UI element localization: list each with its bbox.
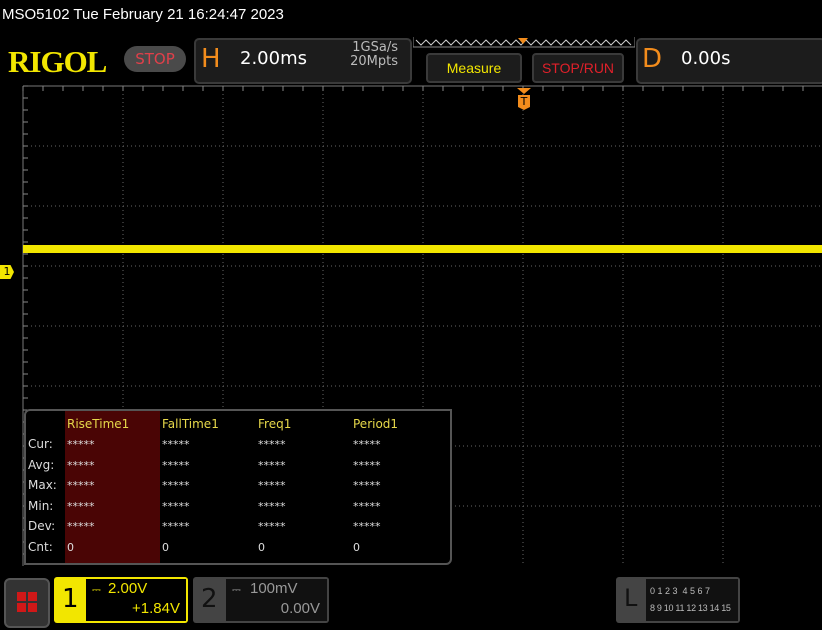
measurement-value: ***** (258, 499, 286, 513)
measurement-value: 0 (258, 540, 265, 554)
measurement-header[interactable]: Period1 (353, 417, 398, 431)
channel2-offset: 0.00V (280, 600, 320, 617)
channel1-number: 1 (62, 584, 79, 614)
measurement-value: ***** (67, 458, 95, 472)
dc-coupling-icon: ⎓ (92, 583, 101, 596)
channel2-scale: 100mV (250, 580, 298, 597)
row-label: Max: (28, 478, 57, 492)
menu-grid-icon (17, 592, 37, 612)
measurement-value: 0 (67, 540, 74, 554)
measurement-value: ***** (353, 458, 381, 472)
measurement-value: ***** (353, 479, 381, 492)
measurement-value: ***** (162, 438, 190, 451)
logic-channels-0-7: 0 1 2 3 4 5 6 7 (650, 586, 711, 596)
main-menu-button[interactable] (4, 578, 50, 628)
measurement-value: ***** (67, 479, 95, 492)
measurement-value: ***** (353, 520, 381, 533)
measurement-value: ***** (162, 520, 190, 533)
row-label: Min: (28, 498, 54, 513)
row-label: Avg: (28, 457, 55, 472)
measurement-value: ***** (258, 458, 286, 472)
row-label: Cnt: (28, 539, 53, 554)
channel1-offset: +1.84V (132, 600, 180, 617)
measurement-value: ***** (162, 499, 190, 513)
measurement-value: ***** (258, 479, 286, 492)
svg-text:T: T (520, 95, 528, 108)
measurement-header[interactable]: RiseTime1 (67, 417, 129, 431)
measurement-value: ***** (67, 520, 95, 533)
measurement-header[interactable]: Freq1 (258, 417, 291, 431)
measurement-value: ***** (162, 479, 190, 492)
channel2-number: 2 (201, 584, 218, 614)
measurement-value: ***** (258, 438, 286, 451)
row-label: Cur: (28, 437, 53, 451)
logic-label: L (624, 584, 638, 612)
measurement-value: 0 (353, 540, 360, 554)
trigger-marker-icon[interactable]: T (516, 88, 532, 110)
channel1-scale: 2.00V (108, 580, 148, 597)
logic-channels-8-15: 8 9 10 11 12 13 14 15 (650, 603, 731, 613)
measurement-value: ***** (353, 438, 381, 451)
measurement-header[interactable]: FallTime1 (162, 417, 219, 431)
measurement-value: ***** (258, 520, 286, 533)
measurement-value: ***** (162, 458, 190, 472)
channel1-trace (23, 245, 822, 253)
measurement-value: 0 (162, 540, 169, 554)
measurement-value: ***** (353, 499, 381, 513)
measurement-value: ***** (67, 438, 95, 451)
row-label: Dev: (28, 519, 56, 533)
dc-coupling-icon: ⎓ (232, 583, 241, 596)
measurement-value: ***** (67, 499, 95, 513)
measurement-table: RiseTime1 FallTime1 Freq1 Period1 Cur: ***** *… (24, 409, 452, 565)
